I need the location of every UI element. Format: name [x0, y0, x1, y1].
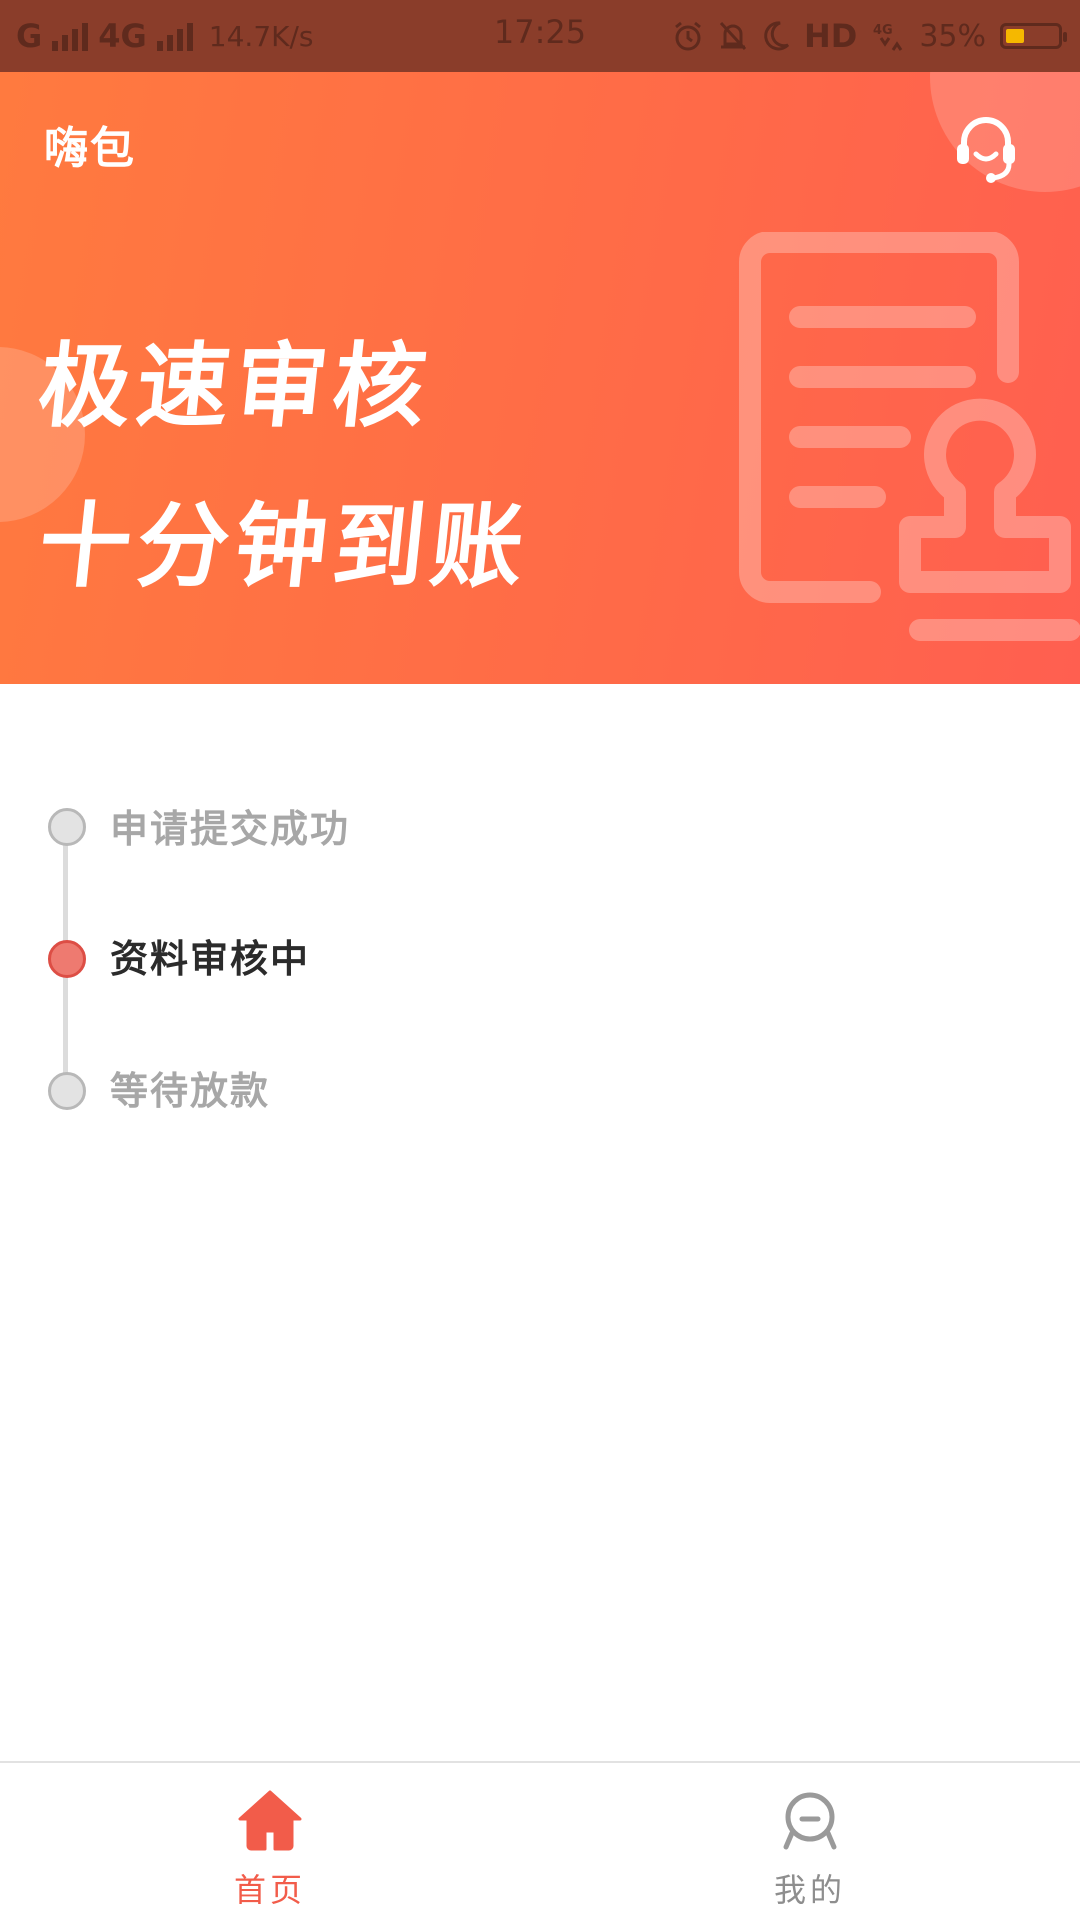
- step-label: 申请提交成功: [110, 807, 351, 851]
- nav-tab-home[interactable]: 首页: [0, 1763, 540, 1922]
- svg-text:4G: 4G: [873, 23, 893, 38]
- status-bar: G 4G 14.7K/s 17:25 HD 4G 35%: [0, 0, 1080, 72]
- step-indicator-dot: [48, 808, 86, 846]
- alarm-icon: [675, 21, 701, 51]
- step-indicator-dot-active: [48, 940, 86, 978]
- profile-icon: [783, 1792, 837, 1850]
- step-indicator-dot: [48, 1072, 86, 1110]
- app-title: 嗨包: [44, 123, 136, 174]
- hero-banner: 嗨包 极速审核 十分钟到账: [0, 72, 1080, 684]
- slogan-line-1: 极速审核: [33, 333, 437, 440]
- home-icon: [238, 1790, 302, 1851]
- slogan-line-2: 十分钟到账: [33, 493, 535, 600]
- moon-icon: [764, 21, 790, 51]
- progress-step: 申请提交成功: [0, 790, 1080, 860]
- bottom-navigation: 首页 我的: [0, 1761, 1080, 1922]
- battery-icon: [1000, 23, 1067, 49]
- battery-percent: 35%: [919, 18, 986, 54]
- nav-label-home: 首页: [233, 1871, 306, 1909]
- step-label: 等待放款: [110, 1069, 271, 1113]
- 4g-data-icon: 4G: [873, 23, 903, 51]
- nav-label-mine: 我的: [773, 1871, 846, 1909]
- document-stamp-icon: [739, 232, 1080, 641]
- headset-icon[interactable]: [954, 112, 1018, 184]
- progress-step-current: 资料审核中: [0, 922, 1080, 992]
- progress-step: 等待放款: [0, 1054, 1080, 1124]
- nav-tab-mine[interactable]: 我的: [540, 1763, 1080, 1922]
- hd-indicator: HD: [803, 17, 858, 55]
- step-label: 资料审核中: [110, 937, 311, 981]
- status-right: HD 4G 35%: [672, 0, 1067, 72]
- mute-bell-icon: [719, 21, 747, 51]
